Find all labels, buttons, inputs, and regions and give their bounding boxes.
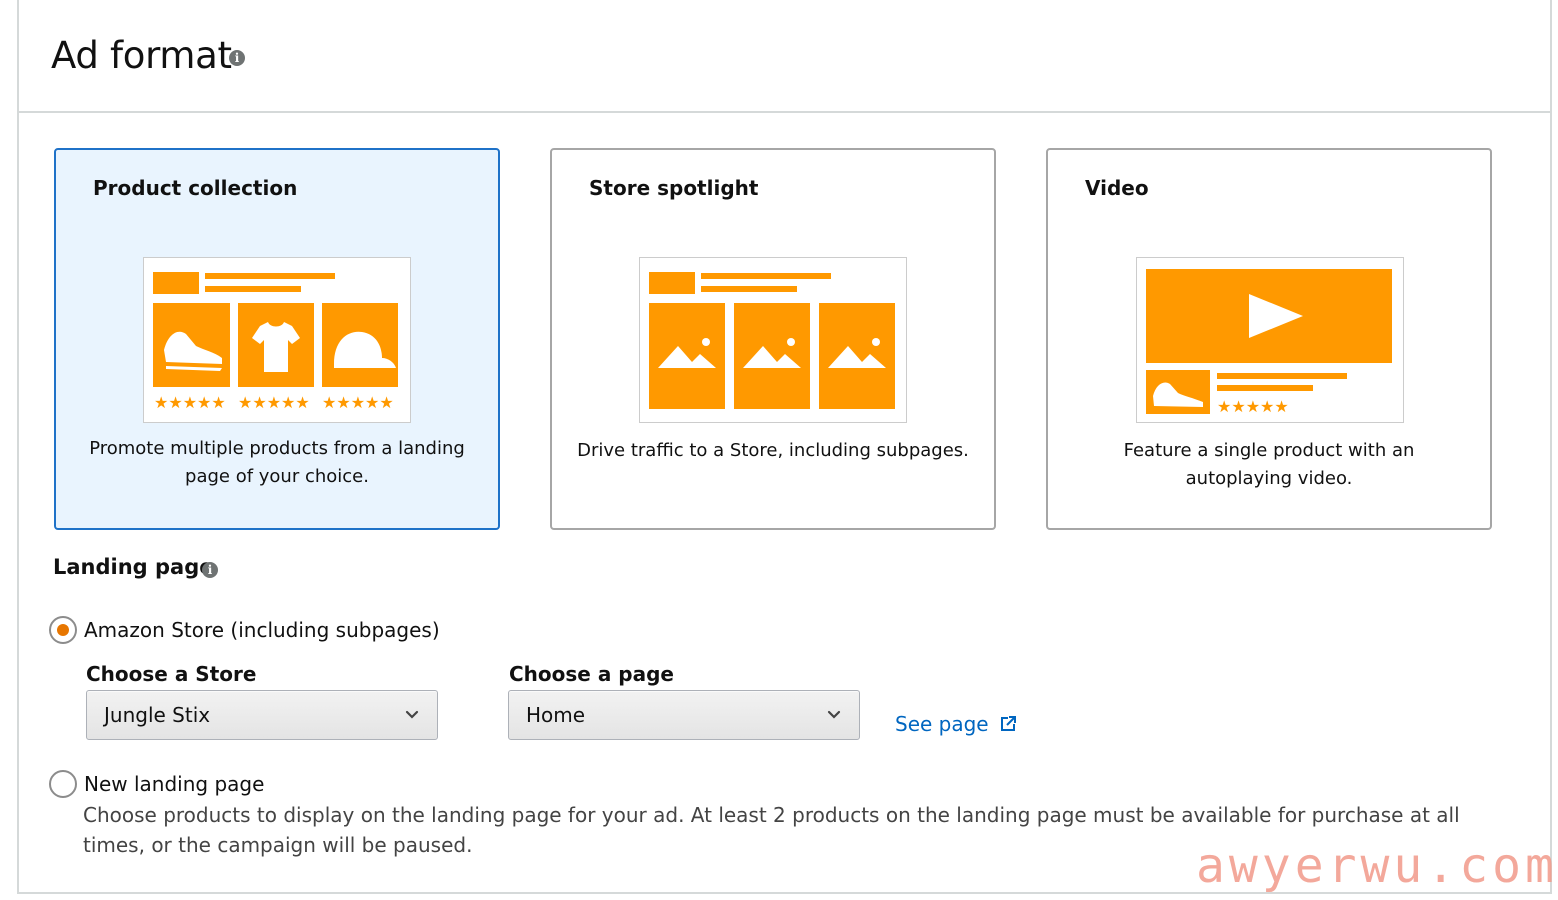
radio-new-landing-page[interactable] bbox=[49, 770, 77, 798]
card-store-spotlight[interactable]: Store spotlight Drive traffic to a Store… bbox=[550, 148, 996, 530]
radio-new-landing-page-label[interactable]: New landing page bbox=[84, 772, 264, 796]
card-video[interactable]: Video ★★★★★ Feature a single product wit… bbox=[1046, 148, 1492, 530]
card-title: Store spotlight bbox=[589, 176, 759, 200]
external-link-icon bbox=[1000, 716, 1016, 731]
store-select[interactable]: Jungle Stix bbox=[86, 690, 438, 740]
card-description: Drive traffic to a Store, including subp… bbox=[577, 440, 969, 461]
card-description: Feature a single product with an autopla… bbox=[1123, 440, 1415, 489]
choose-page-label: Choose a page bbox=[509, 662, 674, 686]
info-icon[interactable]: i bbox=[202, 562, 218, 578]
star-icon: ★★★★★ bbox=[1217, 397, 1289, 416]
landing-page-label: Landing page bbox=[53, 555, 214, 579]
radio-amazon-store[interactable] bbox=[49, 616, 77, 644]
watermark: awyerwu.com bbox=[1196, 838, 1558, 894]
chevron-down-icon bbox=[827, 710, 841, 719]
see-page-link[interactable]: See page bbox=[895, 712, 1017, 736]
card-title: Video bbox=[1085, 176, 1149, 200]
radio-amazon-store-label[interactable]: Amazon Store (including subpages) bbox=[84, 618, 440, 642]
store-spotlight-illustration bbox=[639, 257, 907, 423]
product-collection-illustration: ★★★★★ ★★★★★ ★★★★★ bbox=[143, 257, 411, 423]
page-select-value: Home bbox=[526, 703, 586, 727]
video-illustration: ★★★★★ bbox=[1136, 257, 1404, 423]
image-icon bbox=[649, 303, 895, 409]
page-title: Ad format bbox=[51, 34, 232, 77]
chevron-down-icon bbox=[405, 710, 419, 719]
see-page-link-text: See page bbox=[895, 712, 989, 736]
panel-header: Ad format i bbox=[19, 0, 1550, 113]
svg-text:★★★★★: ★★★★★ bbox=[322, 393, 394, 412]
page-select[interactable]: Home bbox=[508, 690, 860, 740]
card-title: Product collection bbox=[93, 176, 298, 200]
svg-text:★★★★★: ★★★★★ bbox=[238, 393, 310, 412]
choose-store-label: Choose a Store bbox=[86, 662, 257, 686]
svg-text:★★★★★: ★★★★★ bbox=[154, 393, 226, 412]
card-description: Promote multiple products from a landing… bbox=[89, 438, 465, 487]
info-icon[interactable]: i bbox=[229, 50, 245, 66]
star-icon: ★★★★★ ★★★★★ ★★★★★ bbox=[154, 393, 394, 412]
store-select-value: Jungle Stix bbox=[104, 703, 211, 727]
card-product-collection[interactable]: Product collection ★★★★★ ★★★★★ ★★★★★ Pro… bbox=[54, 148, 500, 530]
